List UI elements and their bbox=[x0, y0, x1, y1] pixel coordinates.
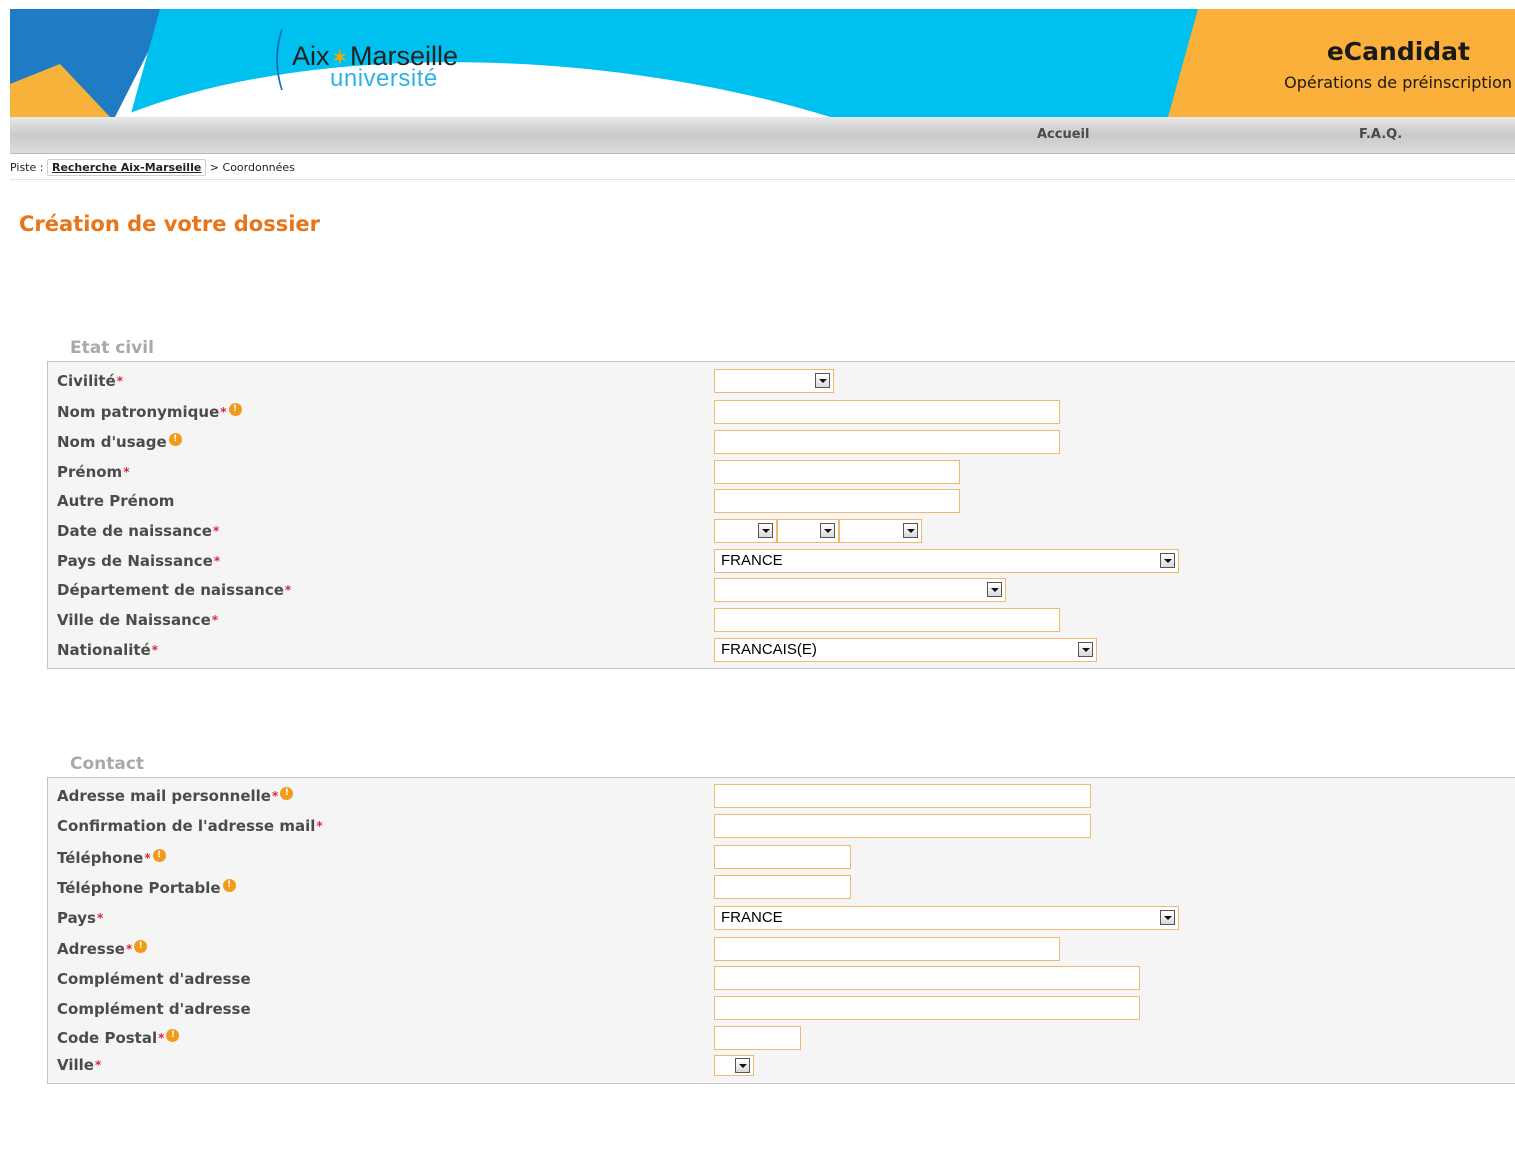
required-mark: * bbox=[212, 524, 220, 538]
logo-parenthesis: ( bbox=[272, 19, 287, 98]
breadcrumb-prefix: Piste : bbox=[10, 161, 44, 174]
nom-patronymique-input[interactable] bbox=[714, 400, 1060, 424]
email-confirm-input[interactable] bbox=[714, 814, 1091, 838]
required-mark: * bbox=[96, 911, 104, 925]
autre-prenom-label: Autre Prénom bbox=[57, 492, 175, 510]
pays-select[interactable]: FRANCE bbox=[714, 906, 1179, 930]
nom-patronymique-label: Nom patronymique*! bbox=[57, 402, 242, 422]
telephone-portable-input[interactable] bbox=[714, 875, 851, 899]
required-mark: * bbox=[144, 851, 151, 865]
breadcrumb-current: Coordonnées bbox=[222, 161, 295, 174]
breadcrumb-separator: > bbox=[209, 161, 223, 174]
required-mark: * bbox=[220, 405, 227, 419]
complement-adresse-1-label: Complément d'adresse bbox=[57, 970, 251, 988]
email-input[interactable] bbox=[714, 784, 1091, 808]
pays-naissance-label: Pays de Naissance* bbox=[57, 552, 221, 570]
breadcrumb-link[interactable]: Recherche Aix-Marseille bbox=[46, 159, 207, 176]
pays-naissance-select[interactable]: FRANCE bbox=[714, 549, 1179, 573]
chevron-down-icon[interactable] bbox=[903, 523, 918, 538]
etat-civil-legend: Etat civil bbox=[70, 338, 154, 358]
pays-label: Pays* bbox=[57, 909, 104, 927]
ville-naissance-input[interactable] bbox=[714, 608, 1060, 632]
birth-year-select[interactable] bbox=[839, 519, 922, 543]
email-label: Adresse mail personnelle*! bbox=[57, 786, 294, 806]
required-mark: * bbox=[125, 942, 133, 956]
required-mark: * bbox=[151, 643, 159, 657]
telephone-label: Téléphone*! bbox=[57, 848, 166, 868]
page-title: Création de votre dossier bbox=[19, 212, 321, 236]
code-postal-input[interactable] bbox=[714, 1026, 801, 1050]
ville-label: Ville* bbox=[57, 1056, 102, 1074]
chevron-down-icon[interactable] bbox=[815, 373, 830, 388]
departement-naissance-label: Département de naissance* bbox=[57, 581, 292, 599]
departement-naissance-select[interactable] bbox=[714, 578, 1006, 602]
required-mark: * bbox=[123, 465, 130, 479]
prenom-input[interactable] bbox=[714, 460, 960, 484]
code-postal-label: Code Postal*! bbox=[57, 1028, 180, 1048]
required-mark: * bbox=[94, 1058, 102, 1072]
chevron-down-icon[interactable] bbox=[1078, 642, 1093, 657]
telephone-input[interactable] bbox=[714, 845, 851, 869]
info-icon[interactable]: ! bbox=[280, 787, 294, 800]
nom-usage-label: Nom d'usage! bbox=[57, 432, 182, 452]
info-icon[interactable]: ! bbox=[152, 849, 166, 862]
telephone-portable-label: Téléphone Portable! bbox=[57, 878, 236, 898]
logo-line2: université bbox=[330, 65, 438, 92]
chevron-down-icon[interactable] bbox=[820, 523, 835, 538]
date-naissance-label: Date de naissance* bbox=[57, 522, 220, 540]
chevron-down-icon[interactable] bbox=[1160, 553, 1175, 568]
info-icon[interactable]: ! bbox=[228, 403, 242, 416]
required-mark: * bbox=[116, 374, 123, 388]
complement-adresse-2-input[interactable] bbox=[714, 996, 1140, 1020]
ville-naissance-label: Ville de Naissance* bbox=[57, 611, 219, 629]
chevron-down-icon[interactable] bbox=[1160, 910, 1175, 925]
birth-month-select[interactable] bbox=[777, 519, 839, 543]
nom-usage-input[interactable] bbox=[714, 430, 1060, 454]
info-icon[interactable]: ! bbox=[168, 433, 182, 446]
required-mark: * bbox=[211, 613, 219, 627]
required-mark: * bbox=[316, 819, 323, 833]
prenom-label: Prénom* bbox=[57, 463, 130, 481]
civilite-select[interactable] bbox=[714, 369, 834, 393]
autre-prenom-input[interactable] bbox=[714, 489, 960, 513]
chevron-down-icon[interactable] bbox=[758, 523, 773, 538]
adresse-label: Adresse*! bbox=[57, 939, 148, 959]
nav-accueil[interactable]: Accueil bbox=[1037, 127, 1089, 142]
complement-adresse-2-label: Complément d'adresse bbox=[57, 1000, 251, 1018]
required-mark: * bbox=[284, 583, 292, 597]
required-mark: * bbox=[213, 554, 221, 568]
adresse-input[interactable] bbox=[714, 937, 1060, 961]
nationalite-select[interactable]: FRANCAIS(E) bbox=[714, 638, 1097, 662]
nav-faq[interactable]: F.A.Q. bbox=[1359, 127, 1402, 142]
email-confirm-label: Confirmation de l'adresse mail* bbox=[57, 817, 323, 835]
chevron-down-icon[interactable] bbox=[735, 1058, 750, 1073]
civilite-label: Civilité* bbox=[57, 372, 123, 390]
nav-bar: Accueil F.A.Q. bbox=[10, 117, 1515, 154]
complement-adresse-1-input[interactable] bbox=[714, 966, 1140, 990]
chevron-down-icon[interactable] bbox=[987, 582, 1002, 597]
birth-day-select[interactable] bbox=[714, 519, 777, 543]
divider bbox=[10, 179, 1515, 180]
required-mark: * bbox=[271, 789, 279, 803]
ville-select[interactable] bbox=[714, 1055, 754, 1076]
app-title: eCandidat bbox=[1326, 37, 1470, 66]
header-banner: ( Aix✶Marseille université eCandidat Opé… bbox=[10, 9, 1515, 117]
breadcrumb: Piste : Recherche Aix-Marseille > Coordo… bbox=[10, 159, 295, 176]
banner-background bbox=[10, 9, 1515, 117]
required-mark: * bbox=[158, 1031, 165, 1045]
info-icon[interactable]: ! bbox=[134, 940, 148, 953]
nationalite-label: Nationalité* bbox=[57, 641, 159, 659]
contact-legend: Contact bbox=[70, 754, 145, 774]
info-icon[interactable]: ! bbox=[222, 879, 236, 892]
app-subtitle: Opérations de préinscription bbox=[1284, 73, 1512, 92]
info-icon[interactable]: ! bbox=[166, 1029, 180, 1042]
